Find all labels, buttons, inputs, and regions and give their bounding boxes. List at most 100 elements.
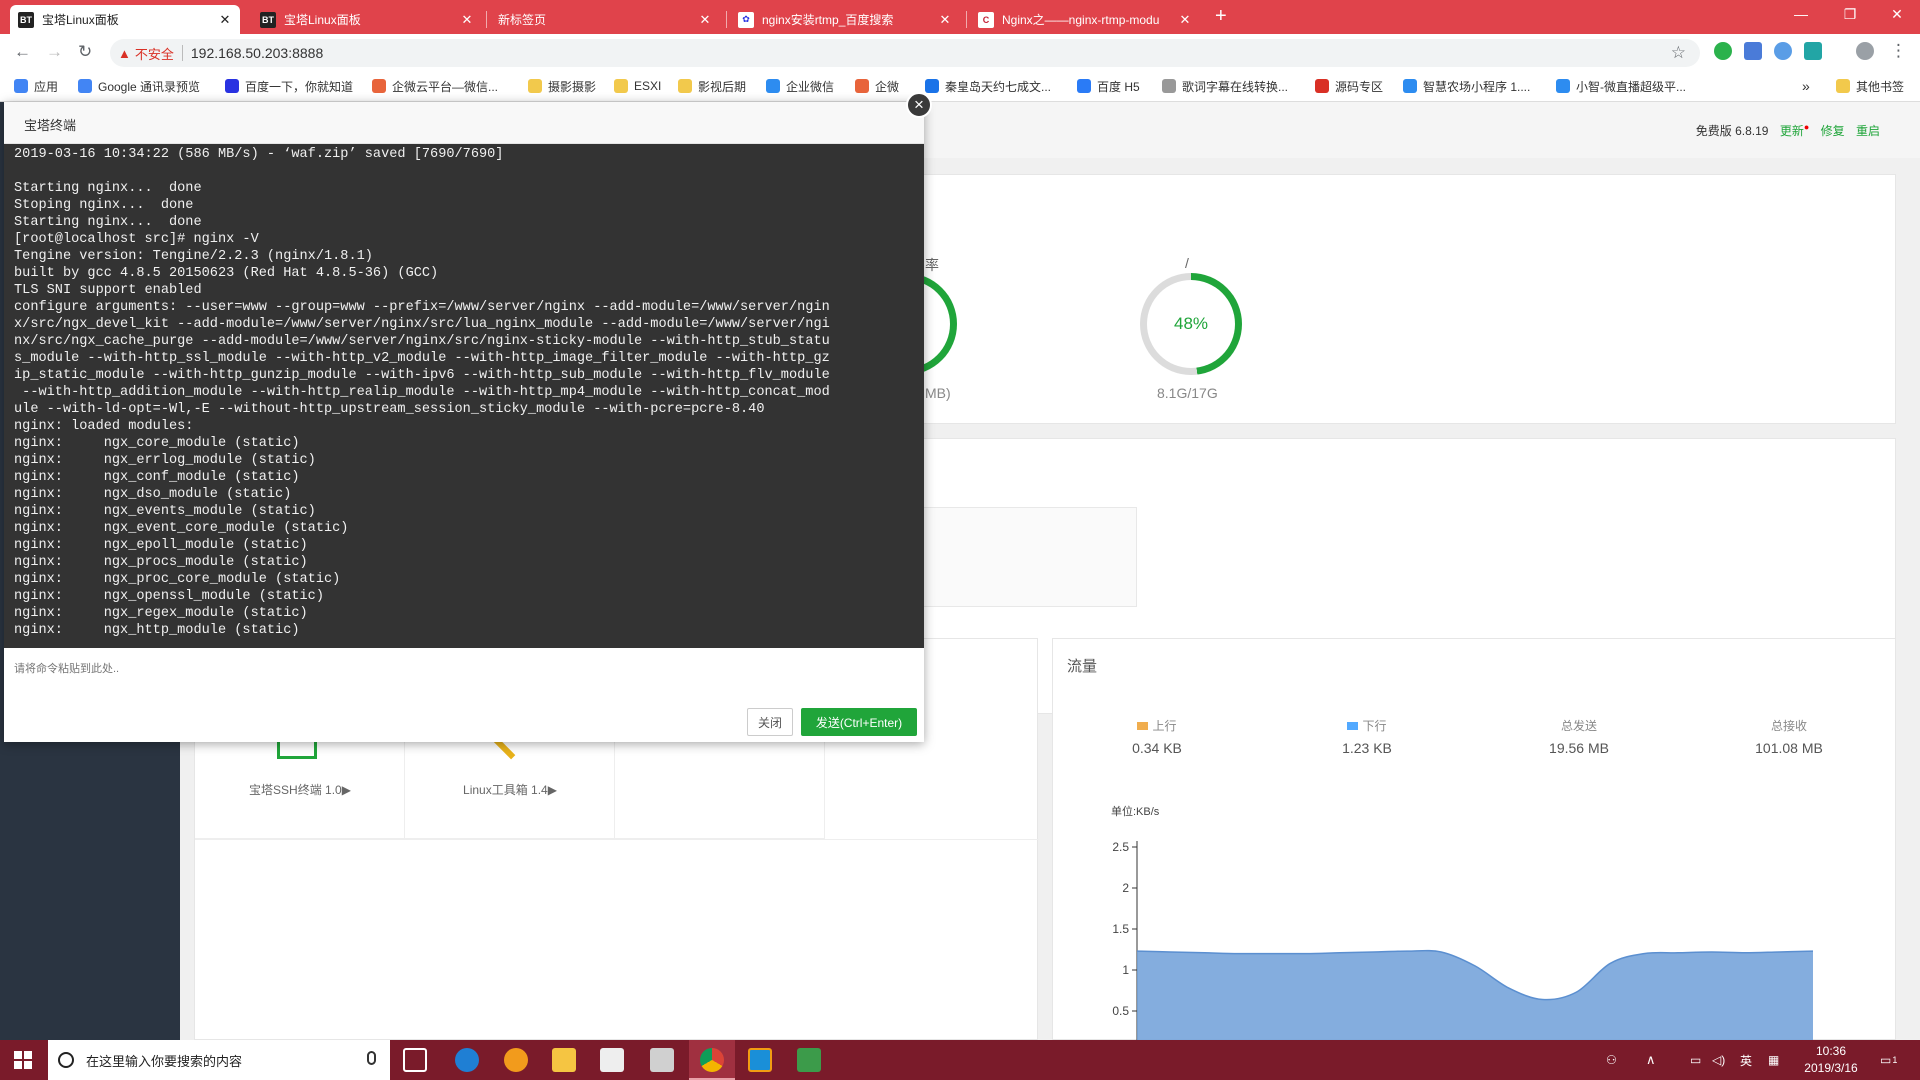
bookmark-label: 企业微信 [786,79,835,94]
virtualbox-icon[interactable] [748,1048,772,1072]
bookmark-item[interactable]: 小智-微直播超级平... [1556,70,1686,102]
y-tick-label: 2 [1122,881,1129,895]
menu-kebab-icon[interactable]: ⋮ [1890,41,1907,61]
total-received-value: 101.08 MB [1755,740,1823,756]
close-terminal-button[interactable]: 关闭 [747,708,793,736]
new-tab-button[interactable]: + [1215,6,1227,26]
clock[interactable]: 10:36 2019/3/16 [1796,1043,1866,1077]
edge-icon[interactable] [455,1048,479,1072]
bookmark-item[interactable]: 企微 [855,70,899,102]
tab-close-icon[interactable]: ✕ [1178,12,1192,28]
tab-1[interactable]: BT 宝塔Linux面板 ✕ [10,5,240,34]
terminal-line: nginx: ngx_proc_core_module (static) [14,572,341,587]
tab-4[interactable]: ✿ nginx安装rtmp_百度搜索 ✕ [730,5,960,34]
bookmark-item[interactable]: ESXI [614,70,661,102]
network-icon[interactable]: ▭ [1690,1040,1701,1080]
globe-extension-icon[interactable] [1774,42,1792,60]
minimize-button[interactable]: — [1778,0,1824,30]
bookmark-item[interactable]: 源码专区 [1315,70,1383,102]
bookmark-item[interactable]: 百度 H5 [1077,70,1140,102]
omnibox[interactable]: ▲ 不安全 192.168.50.203:8888 ☆ [110,39,1700,67]
network-tool-icon[interactable] [797,1048,821,1072]
maximize-button[interactable]: ❐ [1827,0,1873,30]
notification-center-icon[interactable]: ▭ 1 [1880,1040,1897,1080]
terminal-line: built by gcc 4.8.5 20150623 (Red Hat 4.8… [14,266,439,281]
microphone-icon[interactable] [367,1051,376,1065]
y-tick-label: 1.5 [1112,922,1129,936]
command-input[interactable] [4,648,924,698]
bookmark-item[interactable]: 歌词字幕在线转换... [1162,70,1288,102]
bt-panel-icon: BT [18,11,34,28]
tab-close-icon[interactable]: ✕ [938,12,952,28]
window-close-button[interactable]: ✕ [1874,0,1920,30]
bookmark-item[interactable]: 影视后期 [678,70,746,102]
traffic-panel: 流量 上行 0.34 KB 下行 1.23 KB 总发送 19.56 MB 总接收 10… [1052,638,1896,1041]
disk-ring[interactable]: 48% [1140,273,1242,375]
chrome-taskbar-item[interactable] [689,1040,735,1080]
search-placeholder: 在这里输入你要搜索的内容 [86,1053,243,1069]
tab-close-icon[interactable]: ✕ [698,12,712,28]
evernote-extension-icon[interactable] [1714,42,1732,60]
store-icon[interactable] [600,1048,624,1072]
forward-button[interactable]: → [46,42,63,62]
windows-start-icon[interactable] [14,1051,32,1069]
pinwheel-app-icon[interactable] [504,1048,528,1072]
software-name: 宝塔SSH终端 1.0▶ [249,783,351,797]
reload-button[interactable]: ↻ [78,42,92,62]
other-bookmarks[interactable]: 其他书签 [1836,70,1904,102]
bookmark-item[interactable]: 摄影摄影 [528,70,596,102]
tray-chevron-icon[interactable]: ∧ [1646,1040,1656,1080]
y-tick-label: 2.5 [1112,840,1129,854]
terminal-line: Starting nginx... done [14,215,202,230]
software-name: Linux工具箱 1.4▶ [463,783,557,797]
terminal-output[interactable]: 2019-03-16 10:34:22 (586 MB/s) - ‘waf.zi… [4,144,924,648]
overview-card[interactable] [915,507,1137,607]
upload-value: 0.34 KB [1132,740,1182,756]
tab-2[interactable]: BT 宝塔Linux面板 ✕ [252,5,482,34]
mail-icon[interactable] [650,1048,674,1072]
total-sent-stat: 总发送 19.56 MB [1519,717,1639,756]
miniapp-icon [1403,79,1417,93]
tab-3[interactable]: 新标签页 ✕ [490,5,720,34]
terminal-line: nginx: ngx_http_module (static) [14,623,300,638]
bookmark-item[interactable]: 应用 [14,70,58,102]
bookmark-item[interactable]: 企业微信 [766,70,834,102]
tab-5[interactable]: C Nginx之——nginx-rtmp-modu ✕ [970,5,1200,34]
back-button[interactable]: ← [14,42,31,62]
doc-icon [1162,79,1176,93]
profile-avatar-icon[interactable] [1856,42,1874,60]
people-icon[interactable]: ⚇ [1606,1040,1617,1080]
volume-icon[interactable]: ◁) [1712,1040,1725,1080]
version-info: 免费版 6.8.19 更新● 修复 重启 [1696,122,1880,139]
keyboard-icon[interactable]: ▦ [1768,1040,1779,1080]
bookmarks-overflow-button[interactable]: » [1802,70,1810,102]
bookmark-star-icon[interactable]: ☆ [1671,43,1686,63]
omnibox-divider [181,45,183,61]
task-view-icon[interactable] [403,1048,427,1072]
url-text[interactable]: 192.168.50.203:8888 [191,45,323,61]
bookmark-item[interactable]: 百度一下，你就知道 [225,70,353,102]
bookmark-item[interactable]: Google 通讯录预览 [78,70,200,102]
file-explorer-icon[interactable] [552,1048,576,1072]
bookmark-item[interactable]: 智慧农场小程序 1.... [1403,70,1530,102]
terminal-line: --with-http_addition_module --with-http_… [14,385,830,400]
bookmark-item[interactable]: 企微云平台—微信... [372,70,498,102]
download-stat: 下行 1.23 KB [1307,717,1427,756]
security-label[interactable]: 不安全 [135,44,174,63]
send-command-button[interactable]: 发送(Ctrl+Enter) [801,708,917,736]
screenshot-extension-icon[interactable] [1804,42,1822,60]
update-link[interactable]: 更新 [1780,124,1804,138]
bookmark-item[interactable]: 秦皇岛天约七成文... [925,70,1051,102]
restart-link[interactable]: 重启 [1856,124,1880,138]
translate-extension-icon[interactable] [1744,42,1762,60]
repair-link[interactable]: 修复 [1821,124,1845,138]
taskbar-search[interactable]: 在这里输入你要搜索的内容 [48,1040,390,1080]
tab-close-icon[interactable]: ✕ [218,12,232,28]
tab-separator [966,11,967,28]
terminal-line: nginx: ngx_procs_module (static) [14,555,308,570]
dialog-close-icon[interactable]: × [906,92,932,118]
y-tick-label: 1 [1122,963,1129,977]
tab-close-icon[interactable]: ✕ [460,12,474,28]
ime-indicator[interactable]: 英 [1740,1040,1752,1080]
